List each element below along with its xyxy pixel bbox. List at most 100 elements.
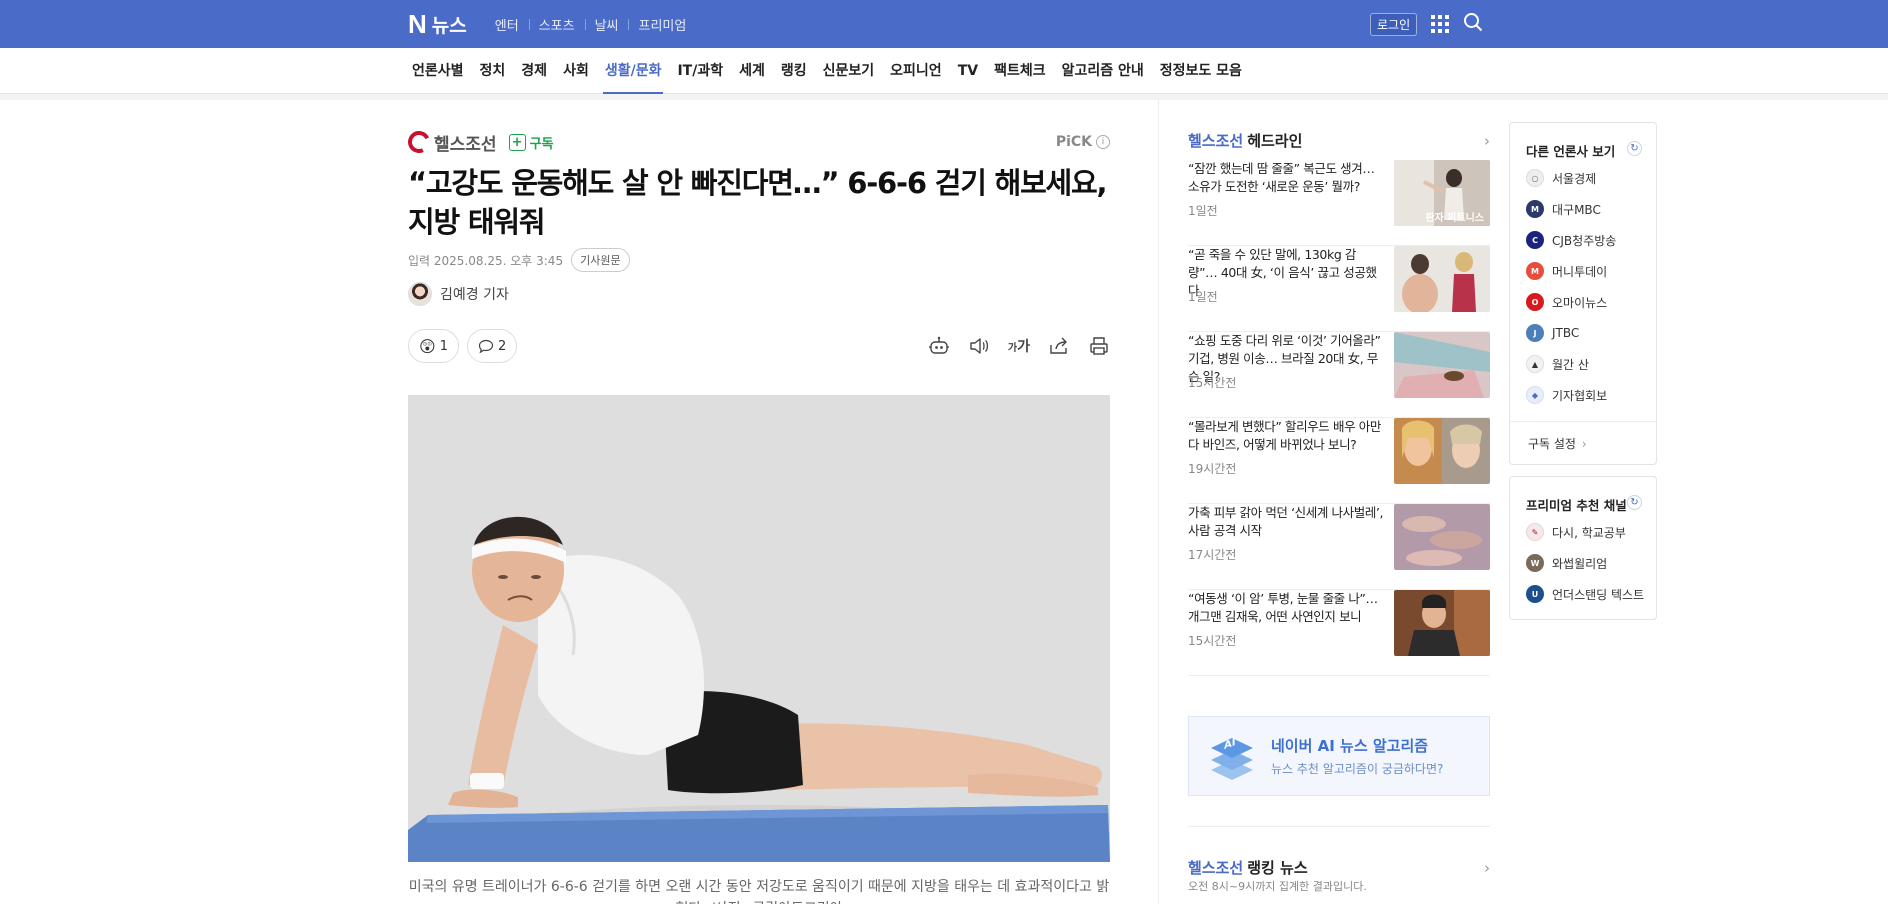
headline-item[interactable]: 가축 피부 갉아 먹던 ‘신세계 나사벌레’, 사람 공격 시작 17시간전 [1188, 504, 1490, 590]
headline-item-title[interactable]: “잠깐 했는데 땀 줄줄” 복근도 생겨… 소유가 도전한 ‘새로운 운동’ 뭘… [1188, 160, 1384, 196]
section-tab-world[interactable]: 세계 [731, 48, 773, 94]
headline-item-thumbnail[interactable] [1394, 504, 1490, 570]
reaction-button[interactable]: 😲 1 [408, 329, 459, 363]
refresh-icon[interactable]: ↻ [1627, 141, 1642, 156]
headline-item[interactable]: “몰라보게 변했다” 할리우드 배우 아만다 바인즈, 어떻게 바뀌었나 보니?… [1188, 418, 1490, 504]
print-icon[interactable] [1088, 336, 1110, 356]
font-size-icon[interactable]: 가가 [1008, 336, 1030, 356]
headline-section-header[interactable]: 헬스조선 헤드라인 › [1188, 130, 1490, 151]
premium-channel-name: 다시, 학교공부 [1552, 525, 1626, 540]
section-tab-economy[interactable]: 경제 [513, 48, 555, 94]
reporter-byline[interactable]: 김예경 기자 [408, 282, 509, 306]
press-logo-icon: M [1526, 262, 1544, 280]
service-link-weather[interactable]: 날씨 [584, 15, 629, 34]
service-link-sports[interactable]: 스포츠 [528, 15, 585, 34]
ranking-section-header[interactable]: 헬스조선 랭킹 뉴스 › [1188, 857, 1490, 878]
premium-channel-item[interactable]: W 와썹윌리엄 [1526, 554, 1607, 572]
naver-logo[interactable]: N [408, 9, 427, 40]
section-tab-newspaper[interactable]: 신문보기 [815, 48, 883, 94]
press-item-name: 오마이뉴스 [1552, 295, 1608, 310]
service-link-premium[interactable]: 프리미엄 [628, 15, 696, 34]
section-nav: 언론사별 정치 경제 사회 생활/문화 IT/과학 세계 랭킹 신문보기 오피니… [0, 48, 1888, 94]
ai-algorithm-banner[interactable]: AI 네이버 AI 뉴스 알고리즘 뉴스 추천 알고리즘이 궁금하다면? [1188, 716, 1490, 796]
summary-robot-icon[interactable] [928, 336, 950, 356]
refresh-icon[interactable]: ↻ [1627, 495, 1642, 510]
pick-badge[interactable]: PiCK i [1056, 134, 1110, 150]
headline-item-thumbnail[interactable] [1394, 332, 1490, 398]
channel-logo-icon: ✎ [1526, 523, 1544, 541]
press-item[interactable]: O 오마이뉴스 [1526, 293, 1607, 311]
section-tab-corrections[interactable]: 정정보도 모음 [1152, 48, 1250, 94]
section-tab-algorithm[interactable]: 알고리즘 안내 [1054, 48, 1152, 94]
audio-icon[interactable] [968, 336, 990, 356]
headline-item-time: 15시간전 [1188, 634, 1237, 648]
headline-item[interactable]: “쇼핑 도중 다리 위로 ‘이것’ 기어올라” 기겁, 병원 이송… 브라질 2… [1188, 332, 1490, 418]
section-tab-tv[interactable]: TV [950, 48, 986, 94]
premium-channel-name: 언더스탠딩 텍스트 [1552, 587, 1645, 602]
login-button[interactable]: 로그인 [1370, 12, 1418, 36]
headline-item-title[interactable]: 가축 피부 갉아 먹던 ‘신세계 나사벌레’, 사람 공격 시작 [1188, 504, 1384, 540]
premium-panel-title: 프리미엄 추천 채널 [1526, 498, 1627, 513]
headline-item-time: 1일전 [1188, 204, 1218, 218]
headline-item-title[interactable]: “여동생 ‘이 암’ 투병, 눈물 줄줄 나”… 개그맨 김재욱, 어떤 사연인… [1188, 590, 1384, 626]
headline-item[interactable]: “잠깐 했는데 땀 줄줄” 복근도 생겨… 소유가 도전한 ‘새로운 운동’ 뭘… [1188, 160, 1490, 246]
service-link-entertainment[interactable]: 엔터 [485, 15, 529, 34]
reaction-count: 1 [439, 338, 448, 354]
premium-channel-item[interactable]: ✎ 다시, 학교공부 [1526, 523, 1626, 541]
chevron-right-icon[interactable]: › [1484, 859, 1490, 877]
apps-grid-icon[interactable] [1431, 15, 1450, 33]
press-logo-icon: O [1526, 293, 1544, 311]
press-item[interactable]: ○ 서울경제 [1526, 169, 1596, 187]
subscribe-button[interactable]: + 구독 [508, 133, 553, 152]
news-home-link[interactable]: 뉴스 [432, 11, 467, 38]
headline-item-time: 15시간전 [1188, 376, 1237, 390]
original-article-button[interactable]: 기사원문 [571, 248, 630, 272]
ai-banner-subtitle: 뉴스 추천 알고리즘이 궁금하다면? [1271, 762, 1444, 776]
section-tab-it-science[interactable]: IT/과학 [669, 48, 731, 94]
comment-button[interactable]: 2 [466, 329, 518, 363]
article-main-image [408, 395, 1110, 862]
chevron-right-icon: › [1581, 437, 1587, 451]
search-icon[interactable] [1463, 12, 1483, 36]
channel-logo-icon: U [1526, 585, 1544, 603]
subscription-settings-link[interactable]: 구독 설정 › [1528, 435, 1587, 452]
premium-channel-item[interactable]: U 언더스탠딩 텍스트 [1526, 585, 1644, 603]
headline-item[interactable]: “여동생 ‘이 암’ 투병, 눈물 줄줄 나”… 개그맨 김재욱, 어떤 사연인… [1188, 590, 1490, 676]
press-name: 헬스조선 [434, 134, 497, 155]
chevron-right-icon[interactable]: › [1484, 132, 1490, 150]
headline-item-time: 17시간전 [1188, 548, 1237, 562]
press-item[interactable]: M 대구MBC [1526, 200, 1601, 218]
headline-item-thumbnail[interactable] [1394, 590, 1490, 656]
press-item[interactable]: ◆ 기자협회보 [1526, 386, 1607, 404]
headline-item-thumbnail[interactable]: 판자 피트니스 [1394, 160, 1490, 226]
section-tab-ranking[interactable]: 랭킹 [773, 48, 815, 94]
press-logo-icon: M [1526, 200, 1544, 218]
section-tab-politics[interactable]: 정치 [472, 48, 514, 94]
press-logo-icon: ◆ [1526, 386, 1544, 404]
premium-channel-name: 와썹윌리엄 [1552, 556, 1608, 571]
press-item-name: 기자협회보 [1552, 388, 1608, 403]
headline-item-thumbnail[interactable] [1394, 418, 1490, 484]
press-item[interactable]: C CJB청주방송 [1526, 231, 1616, 249]
section-tab-society[interactable]: 사회 [555, 48, 597, 94]
info-icon[interactable]: i [1096, 135, 1110, 149]
press-item-name: 대구MBC [1552, 202, 1601, 217]
section-tab-factcheck[interactable]: 팩트체크 [986, 48, 1054, 94]
other-press-title: 다른 언론사 보기 [1526, 144, 1616, 159]
channel-logo-icon: W [1526, 554, 1544, 572]
press-item[interactable]: ▲ 월간 산 [1526, 355, 1589, 373]
share-icon[interactable] [1048, 336, 1070, 356]
headline-item[interactable]: “곧 죽을 수 있단 말에, 130kg 감량”… 40대 女, ‘이 음식’ … [1188, 246, 1490, 332]
headline-item-thumbnail[interactable] [1394, 246, 1490, 312]
headline-item-time: 1일전 [1188, 290, 1218, 304]
press-item[interactable]: J JTBC [1526, 324, 1579, 342]
ai-banner-title: 네이버 AI 뉴스 알고리즘 [1271, 737, 1429, 755]
press-item[interactable]: M 머니투데이 [1526, 262, 1607, 280]
font-size-label: 가 [1017, 339, 1030, 355]
section-tab-life-culture[interactable]: 생활/문화 [597, 48, 670, 94]
section-tab-press[interactable]: 언론사별 [404, 48, 472, 94]
press-logo[interactable]: 헬스조선 [404, 127, 497, 157]
service-links: 엔터 스포츠 날씨 프리미엄 [485, 15, 697, 34]
headline-item-title[interactable]: “몰라보게 변했다” 할리우드 배우 아만다 바인즈, 어떻게 바뀌었나 보니? [1188, 418, 1384, 454]
section-tab-opinion[interactable]: 오피니언 [882, 48, 950, 94]
